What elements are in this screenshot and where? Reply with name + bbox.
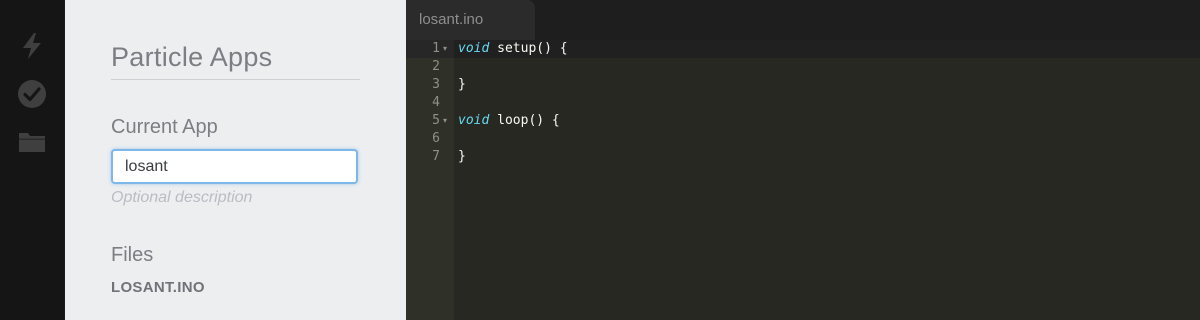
files-button[interactable] <box>16 126 48 158</box>
description-input[interactable] <box>111 187 358 209</box>
line-number: 1 <box>432 41 440 56</box>
line-number: 5 <box>432 113 440 128</box>
code-text: } <box>458 77 466 92</box>
app-name-input[interactable] <box>111 149 358 184</box>
code-line[interactable]: } <box>458 76 466 94</box>
apps-panel: Particle Apps Current App Files LOSANT.I… <box>65 0 406 320</box>
fold-arrow-icon[interactable]: ▾ <box>443 40 447 58</box>
fold-arrow-icon[interactable]: ▾ <box>443 112 447 130</box>
code-line[interactable]: void loop() { <box>458 112 560 130</box>
code-line[interactable]: void setup() { <box>458 40 568 58</box>
code-text: setup() { <box>489 41 568 56</box>
files-label: Files <box>111 244 154 266</box>
keyword-token: void <box>458 41 490 56</box>
ide-window: Particle Apps Current App Files LOSANT.I… <box>0 0 1200 320</box>
code-line[interactable]: } <box>458 148 466 166</box>
flash-icon <box>23 33 41 59</box>
panel-title: Particle Apps <box>111 42 273 72</box>
line-number: 4 <box>432 95 440 110</box>
line-number: 7 <box>432 149 440 164</box>
file-item-losant-ino[interactable]: LOSANT.INO <box>111 279 205 296</box>
current-app-label: Current App <box>111 116 218 138</box>
icon-rail <box>0 0 64 320</box>
flash-button[interactable] <box>16 30 48 62</box>
line-number: 2 <box>432 59 440 74</box>
tab-losant-ino[interactable]: losant.ino <box>406 0 535 40</box>
title-divider <box>111 79 360 80</box>
code-editor[interactable]: losant.ino 1 ▾ void setup() { 2 3 } 4 5 … <box>406 0 1200 320</box>
editor-tab-bar: losant.ino <box>406 0 1200 40</box>
code-text: } <box>458 149 466 164</box>
folder-icon <box>19 133 45 152</box>
line-number: 3 <box>432 77 440 92</box>
code-text: loop() { <box>489 113 560 128</box>
verify-icon <box>18 80 46 108</box>
line-number: 6 <box>432 131 440 146</box>
keyword-token: void <box>458 113 490 128</box>
verify-button[interactable] <box>16 78 48 110</box>
